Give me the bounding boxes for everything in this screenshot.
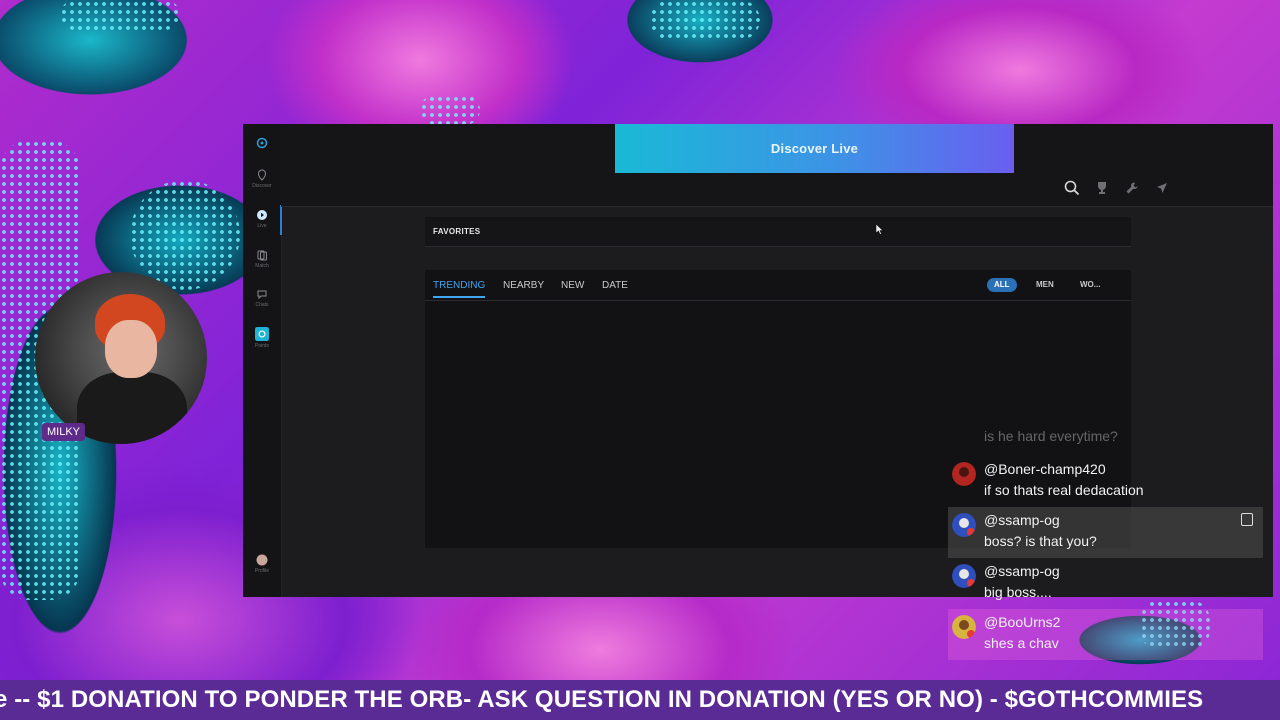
logo-icon[interactable] [243,137,281,149]
webcam-name-label: MILKY [42,423,86,441]
top-icons [1064,180,1170,196]
rail-item-points[interactable]: Points [243,327,281,349]
tab-new[interactable]: NEW [561,280,584,291]
rail-label: Chats [255,302,269,308]
favorites-title: FAVORITES [433,227,481,236]
favorites-panel: FAVORITES [425,217,1131,247]
chat-text: big boss.... [984,584,1052,600]
filter-women[interactable]: WO... [1073,278,1107,292]
chat-message: @ssamp-og boss? is that you? [948,507,1263,558]
chat-username: @ssamp-og [984,512,1060,528]
tab-trending[interactable]: TRENDING [433,280,486,298]
user-avatar [952,615,976,639]
led-dots-decoration [60,0,180,30]
tab-bar: TRENDING NEARBY NEW DATE ALL MEN WO... [425,270,1131,301]
rail-label: Live [257,223,267,229]
play-icon [257,210,267,220]
chat-faded-message: is he hard everytime? [984,428,1118,444]
chat-message: @BooUrns2 shes a chav [948,609,1263,660]
user-avatar [952,513,976,537]
avatar-icon [256,554,268,566]
led-dots-decoration [420,95,480,125]
rail-label: Match [255,263,269,269]
chat-text: shes a chav [984,635,1059,651]
side-rail: Discover Live Match Chats Points Profile [243,124,282,597]
pin-icon [257,169,267,181]
cards-icon [257,250,267,261]
rail-item-chats[interactable]: Chats [243,288,281,308]
user-avatar [952,462,976,486]
discover-live-button[interactable]: Discover Live [615,124,1014,173]
rail-label: Discover [252,183,272,189]
points-icon [255,327,269,341]
led-dots-decoration [130,180,240,290]
rail-item-discover[interactable]: Discover [243,169,281,189]
chat-text: if so thats real dedacation [984,482,1144,498]
tab-date[interactable]: DATE [602,280,628,291]
ticker-text: e -- $1 DONATION TO PONDER THE ORB- ASK … [0,686,1204,713]
tab-nearby[interactable]: NEARBY [503,280,544,291]
user-avatar [952,564,976,588]
chat-username: @BooUrns2 [984,614,1061,630]
top-bar: Discover Live [281,124,1273,207]
filter-men[interactable]: MEN [1029,278,1061,292]
rail-label: Profile [254,568,270,574]
led-dots-decoration [650,0,760,40]
rail-item-match[interactable]: Match [243,249,281,269]
webcam-feed [35,272,207,444]
filter-all[interactable]: ALL [987,278,1017,292]
message-action-icon[interactable] [1241,513,1253,526]
send-icon[interactable] [1154,180,1170,196]
donation-ticker: e -- $1 DONATION TO PONDER THE ORB- ASK … [0,680,1280,720]
chat-text: boss? is that you? [984,533,1097,549]
mouse-cursor-icon [876,224,884,235]
wrench-icon[interactable] [1124,180,1140,196]
chat-message: @Boner-champ420 if so thats real dedacat… [948,456,1263,507]
rail-label: Points [255,343,269,349]
rail-item-profile[interactable]: Profile [243,554,281,574]
chat-message: @ssamp-og big boss.... [948,558,1263,609]
chat-icon [257,290,267,300]
chat-username: @Boner-champ420 [984,461,1106,477]
trophy-icon[interactable] [1094,180,1110,196]
search-icon[interactable] [1064,180,1080,196]
rail-item-live[interactable]: Live [243,205,282,235]
chat-overlay: @Boner-champ420 if so thats real dedacat… [948,456,1263,660]
chat-username: @ssamp-og [984,563,1060,579]
